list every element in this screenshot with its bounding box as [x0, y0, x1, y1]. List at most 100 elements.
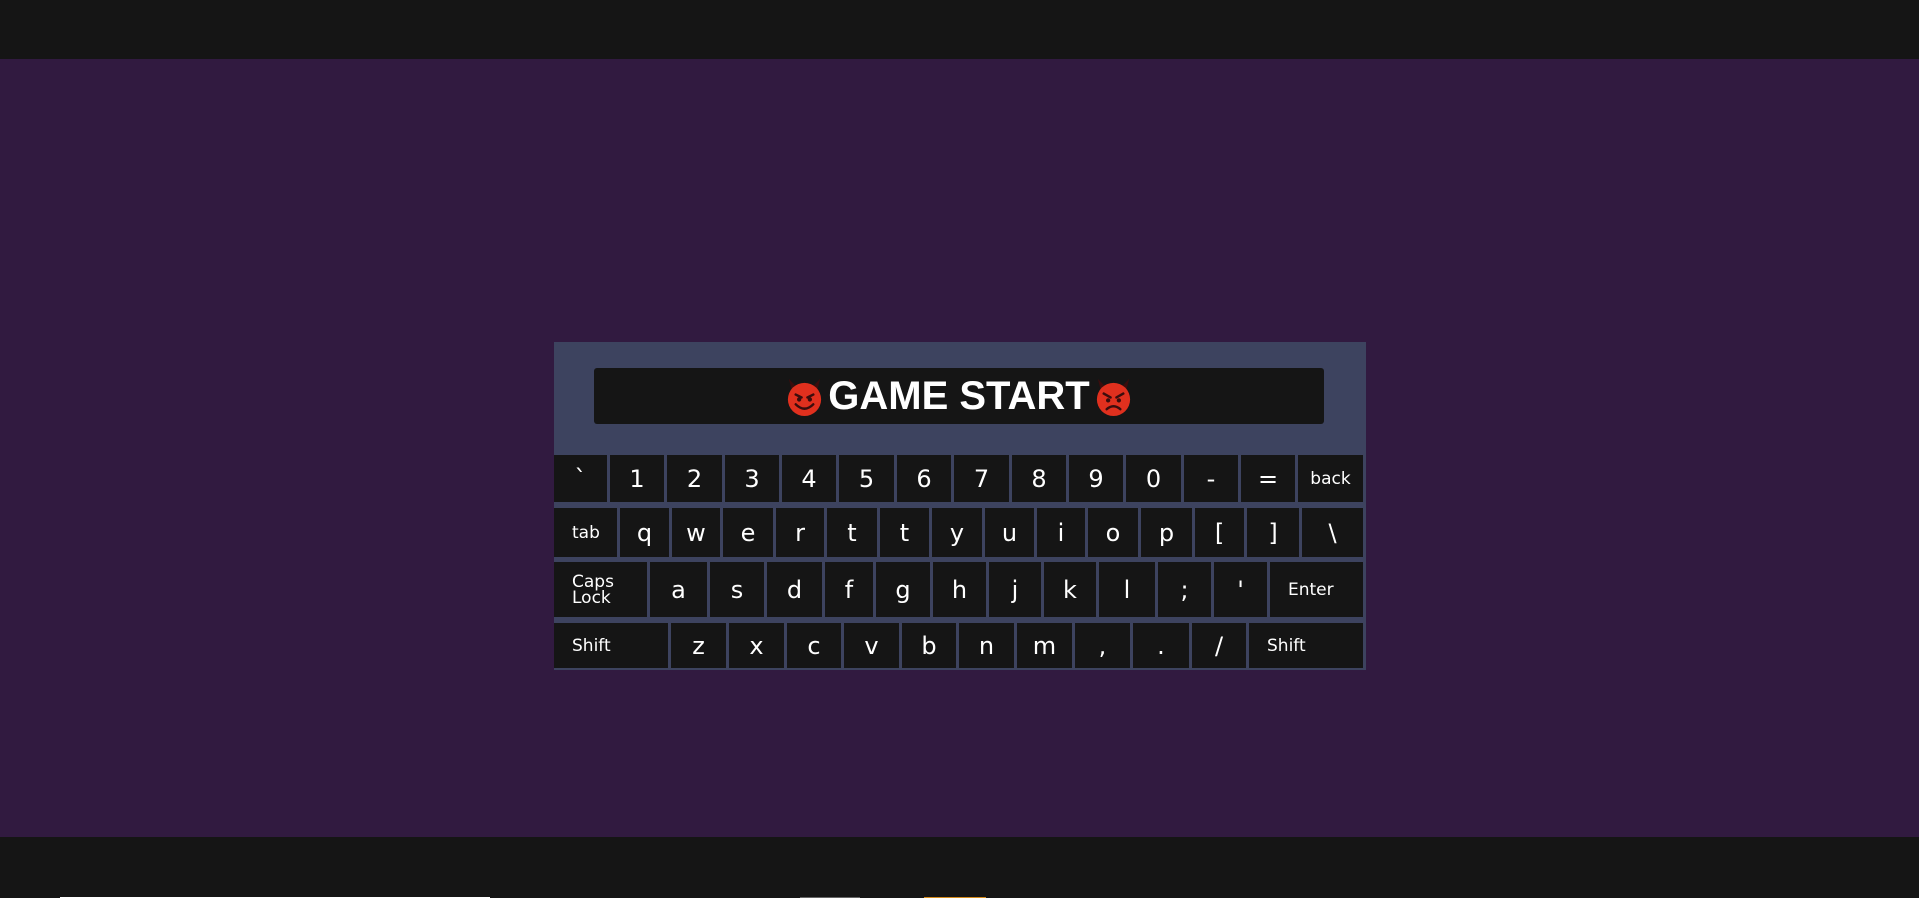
- key-label: 5: [858, 464, 875, 493]
- footer-bar: [0, 837, 1919, 898]
- key-tab[interactable]: tab: [554, 508, 617, 557]
- key-y[interactable]: y: [932, 508, 982, 557]
- key-m[interactable]: m: [1017, 623, 1072, 668]
- key-j[interactable]: j: [989, 562, 1041, 617]
- key-label: Caps Lock: [572, 571, 614, 608]
- key-l[interactable]: l: [1099, 562, 1155, 617]
- key-label: Shift: [1267, 635, 1306, 656]
- key-8[interactable]: 8: [1012, 455, 1066, 502]
- key-label: s: [730, 575, 744, 604]
- key-z[interactable]: z: [671, 623, 726, 668]
- key-label: 7: [973, 464, 990, 493]
- key-back[interactable]: back: [1298, 455, 1363, 502]
- key-label: 3: [744, 464, 760, 493]
- key-5[interactable]: 5: [839, 455, 894, 502]
- key-h[interactable]: h: [933, 562, 986, 617]
- key-shift[interactable]: Shift: [1249, 623, 1363, 668]
- key-label: ;: [1180, 575, 1189, 604]
- key-symbol[interactable]: [: [1195, 508, 1244, 557]
- key-3[interactable]: 3: [725, 455, 779, 502]
- key-s[interactable]: s: [710, 562, 764, 617]
- key-label: [: [1214, 518, 1225, 547]
- key-g[interactable]: g: [876, 562, 930, 617]
- game-start-banner[interactable]: GAME START: [594, 368, 1324, 424]
- key-label: .: [1157, 631, 1165, 660]
- key-label: p: [1158, 518, 1175, 547]
- key-label: Enter: [1288, 579, 1334, 600]
- key-t[interactable]: t: [827, 508, 877, 557]
- key-label: a: [671, 575, 686, 604]
- key-c[interactable]: c: [787, 623, 841, 668]
- key-v[interactable]: v: [844, 623, 899, 668]
- key-n[interactable]: n: [959, 623, 1014, 668]
- key-label: tab: [572, 522, 600, 543]
- key-t[interactable]: t: [880, 508, 929, 557]
- key-symbol[interactable]: \: [1302, 508, 1363, 557]
- key-9[interactable]: 9: [1069, 455, 1123, 502]
- key-b[interactable]: b: [902, 623, 956, 668]
- key-7[interactable]: 7: [954, 455, 1009, 502]
- key-0[interactable]: 0: [1126, 455, 1181, 502]
- key-label: -: [1206, 464, 1216, 493]
- key--[interactable]: -: [1184, 455, 1238, 502]
- key-i[interactable]: i: [1037, 508, 1085, 557]
- key-label: h: [951, 575, 968, 604]
- key-symbol[interactable]: `: [554, 455, 607, 502]
- key-x[interactable]: x: [729, 623, 784, 668]
- typing-game-panel: GAME START ` 1 2 3 4 5 6 7 8 9 0- = back tab q w e r t t y u i…: [554, 342, 1366, 670]
- key-a[interactable]: a: [650, 562, 707, 617]
- banner-title: GAME START: [828, 373, 1090, 418]
- key-label: k: [1063, 575, 1077, 604]
- key-label: ,: [1098, 631, 1107, 660]
- key-symbol[interactable]: .: [1133, 623, 1189, 668]
- key-label: r: [795, 518, 805, 547]
- key-k[interactable]: k: [1044, 562, 1096, 617]
- key-r[interactable]: r: [776, 508, 824, 557]
- key-label: l: [1123, 575, 1131, 604]
- key-label: ]: [1268, 518, 1278, 547]
- key-label: i: [1057, 518, 1065, 547]
- key-u[interactable]: u: [985, 508, 1034, 557]
- key-shift[interactable]: Shift: [554, 623, 668, 668]
- key-p[interactable]: p: [1141, 508, 1192, 557]
- key-enter[interactable]: Enter: [1270, 562, 1363, 617]
- key-w[interactable]: w: [672, 508, 720, 557]
- key-label: f: [844, 575, 854, 604]
- key-label: d: [786, 575, 803, 604]
- key-symbol[interactable]: ,: [1075, 623, 1130, 668]
- key-label: 1: [629, 464, 645, 493]
- key-4[interactable]: 4: [782, 455, 836, 502]
- key-label: t: [899, 518, 910, 547]
- key-label: c: [807, 631, 821, 660]
- key-label: `: [574, 464, 587, 493]
- key-e[interactable]: e: [723, 508, 773, 557]
- key-label: x: [749, 631, 764, 660]
- key-label: e: [740, 518, 756, 547]
- key-symbol[interactable]: ': [1214, 562, 1267, 617]
- key-d[interactable]: d: [767, 562, 822, 617]
- key-1[interactable]: 1: [610, 455, 664, 502]
- key-symbol[interactable]: ]: [1247, 508, 1299, 557]
- key-6[interactable]: 6: [897, 455, 951, 502]
- key-o[interactable]: o: [1088, 508, 1138, 557]
- key-label: w: [686, 518, 706, 547]
- key-label: y: [949, 518, 965, 547]
- key-label: u: [1001, 518, 1018, 547]
- key-f[interactable]: f: [825, 562, 873, 617]
- key-label: m: [1032, 631, 1057, 660]
- key-label: o: [1105, 518, 1121, 547]
- key-symbol[interactable]: /: [1192, 623, 1246, 668]
- key-q[interactable]: q: [620, 508, 669, 557]
- key-label: 4: [801, 464, 817, 493]
- key-label: g: [895, 575, 911, 604]
- key-symbol[interactable]: ;: [1158, 562, 1211, 617]
- angry-devil-icon: [1096, 378, 1130, 416]
- smiling-devil-icon: [788, 378, 822, 416]
- key-label: z: [692, 631, 705, 660]
- key-2[interactable]: 2: [667, 455, 722, 502]
- key-label: \: [1328, 518, 1337, 547]
- key-symbol[interactable]: =: [1241, 455, 1295, 502]
- top-bar: [0, 0, 1919, 59]
- key-label: 9: [1088, 464, 1104, 493]
- key-caps-lock[interactable]: Caps Lock: [554, 562, 647, 617]
